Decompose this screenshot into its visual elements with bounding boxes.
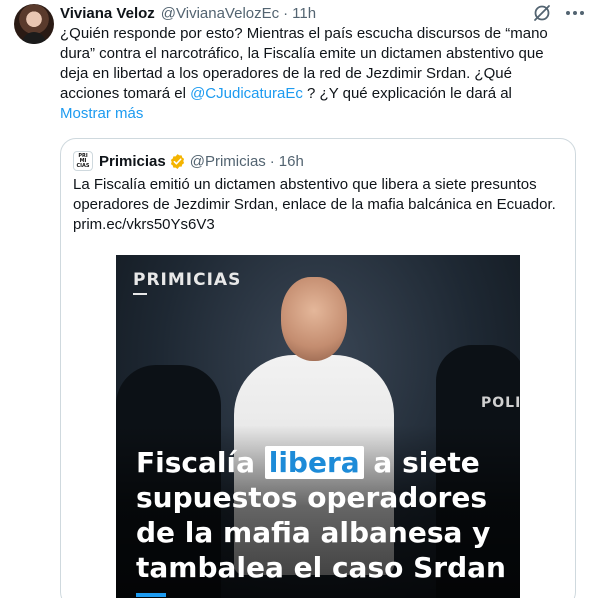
grok-slash-circle-icon[interactable] — [532, 3, 552, 23]
quoted-link[interactable]: prim.ec/vkrs50Ys6V3 — [73, 215, 565, 235]
quoted-timestamp[interactable]: 16h — [279, 153, 304, 170]
quoted-author-name[interactable]: Primicias — [99, 153, 166, 170]
author-avatar[interactable] — [14, 4, 54, 44]
detained-person-head — [281, 277, 347, 361]
headline-highlight: libera — [264, 446, 364, 479]
tweet-text-line: acciones tomará el @CJudicaturaEc ? ¿Y q… — [60, 84, 590, 104]
headline-line: de la mafia albanesa y — [136, 516, 491, 549]
headline-fragment: a siete — [363, 446, 480, 479]
tweet-header: Viviana Veloz @VivianaVelozEc · 11h — [60, 3, 316, 23]
brand-underline — [133, 293, 147, 295]
quoted-author-handle[interactable]: @Primicias — [190, 153, 266, 170]
quoted-media-image[interactable]: POLICÍ PRIMICIAS Fiscalía libera a siete… — [116, 255, 520, 598]
quoted-tweet-body: La Fiscalía emitió un dictamen abstentiv… — [73, 175, 565, 235]
more-horizontal-icon[interactable] — [564, 3, 586, 23]
headline-accent-bar — [136, 593, 166, 597]
headline-line: supuestos operadores — [136, 481, 487, 514]
tweet-card[interactable]: Viviana Veloz @VivianaVelozEc · 11h ¿Qui… — [0, 0, 601, 598]
quoted-text-line: operadores de Jezdimir Srdan, enlace de … — [73, 196, 556, 213]
tweet-body: ¿Quién responde por esto? Mientras el pa… — [60, 24, 590, 124]
tweet-timestamp[interactable]: 11h — [292, 5, 316, 22]
headline-fragment: Fiscalía — [136, 446, 265, 479]
quoted-tweet-header: PRI MI CIAS Primicias @Primicias · 16h — [73, 151, 304, 171]
mention-link[interactable]: @CJudicaturaEc — [190, 85, 303, 102]
tweet-text-line: dura” contra el narcotráfico, la Fiscalí… — [60, 45, 544, 62]
tweet-text-line: ¿Quién responde por esto? Mientras el pa… — [60, 25, 548, 42]
media-brand-label: PRIMICIAS — [133, 270, 242, 290]
author-name[interactable]: Viviana Veloz — [60, 5, 155, 22]
quoted-separator: · — [269, 152, 275, 170]
headline-line: Fiscalía libera a siete — [136, 445, 516, 480]
show-more-link[interactable]: Mostrar más — [60, 104, 590, 124]
quoted-tweet[interactable]: PRI MI CIAS Primicias @Primicias · 16h L… — [60, 138, 576, 598]
media-headline: Fiscalía libera a siete supuestos operad… — [136, 445, 516, 585]
quoted-text-line: La Fiscalía emitió un dictamen abstentiv… — [73, 176, 537, 193]
primicias-logo[interactable]: PRI MI CIAS — [73, 151, 93, 171]
verified-badge-icon — [170, 153, 184, 169]
headline-line: tambalea el caso Srdan — [136, 551, 506, 584]
author-handle[interactable]: @VivianaVelozEc — [161, 5, 279, 22]
tweet-text-line: deja en libertad a los operadores de la … — [60, 65, 512, 82]
police-vest-text: POLICÍ — [481, 395, 520, 411]
logo-text: CIAS — [76, 162, 90, 169]
tweet-text-fragment: ? ¿Y qué explicación le dará al — [302, 85, 512, 102]
header-separator: · — [283, 4, 289, 22]
tweet-text-fragment: acciones tomará el — [60, 85, 191, 102]
